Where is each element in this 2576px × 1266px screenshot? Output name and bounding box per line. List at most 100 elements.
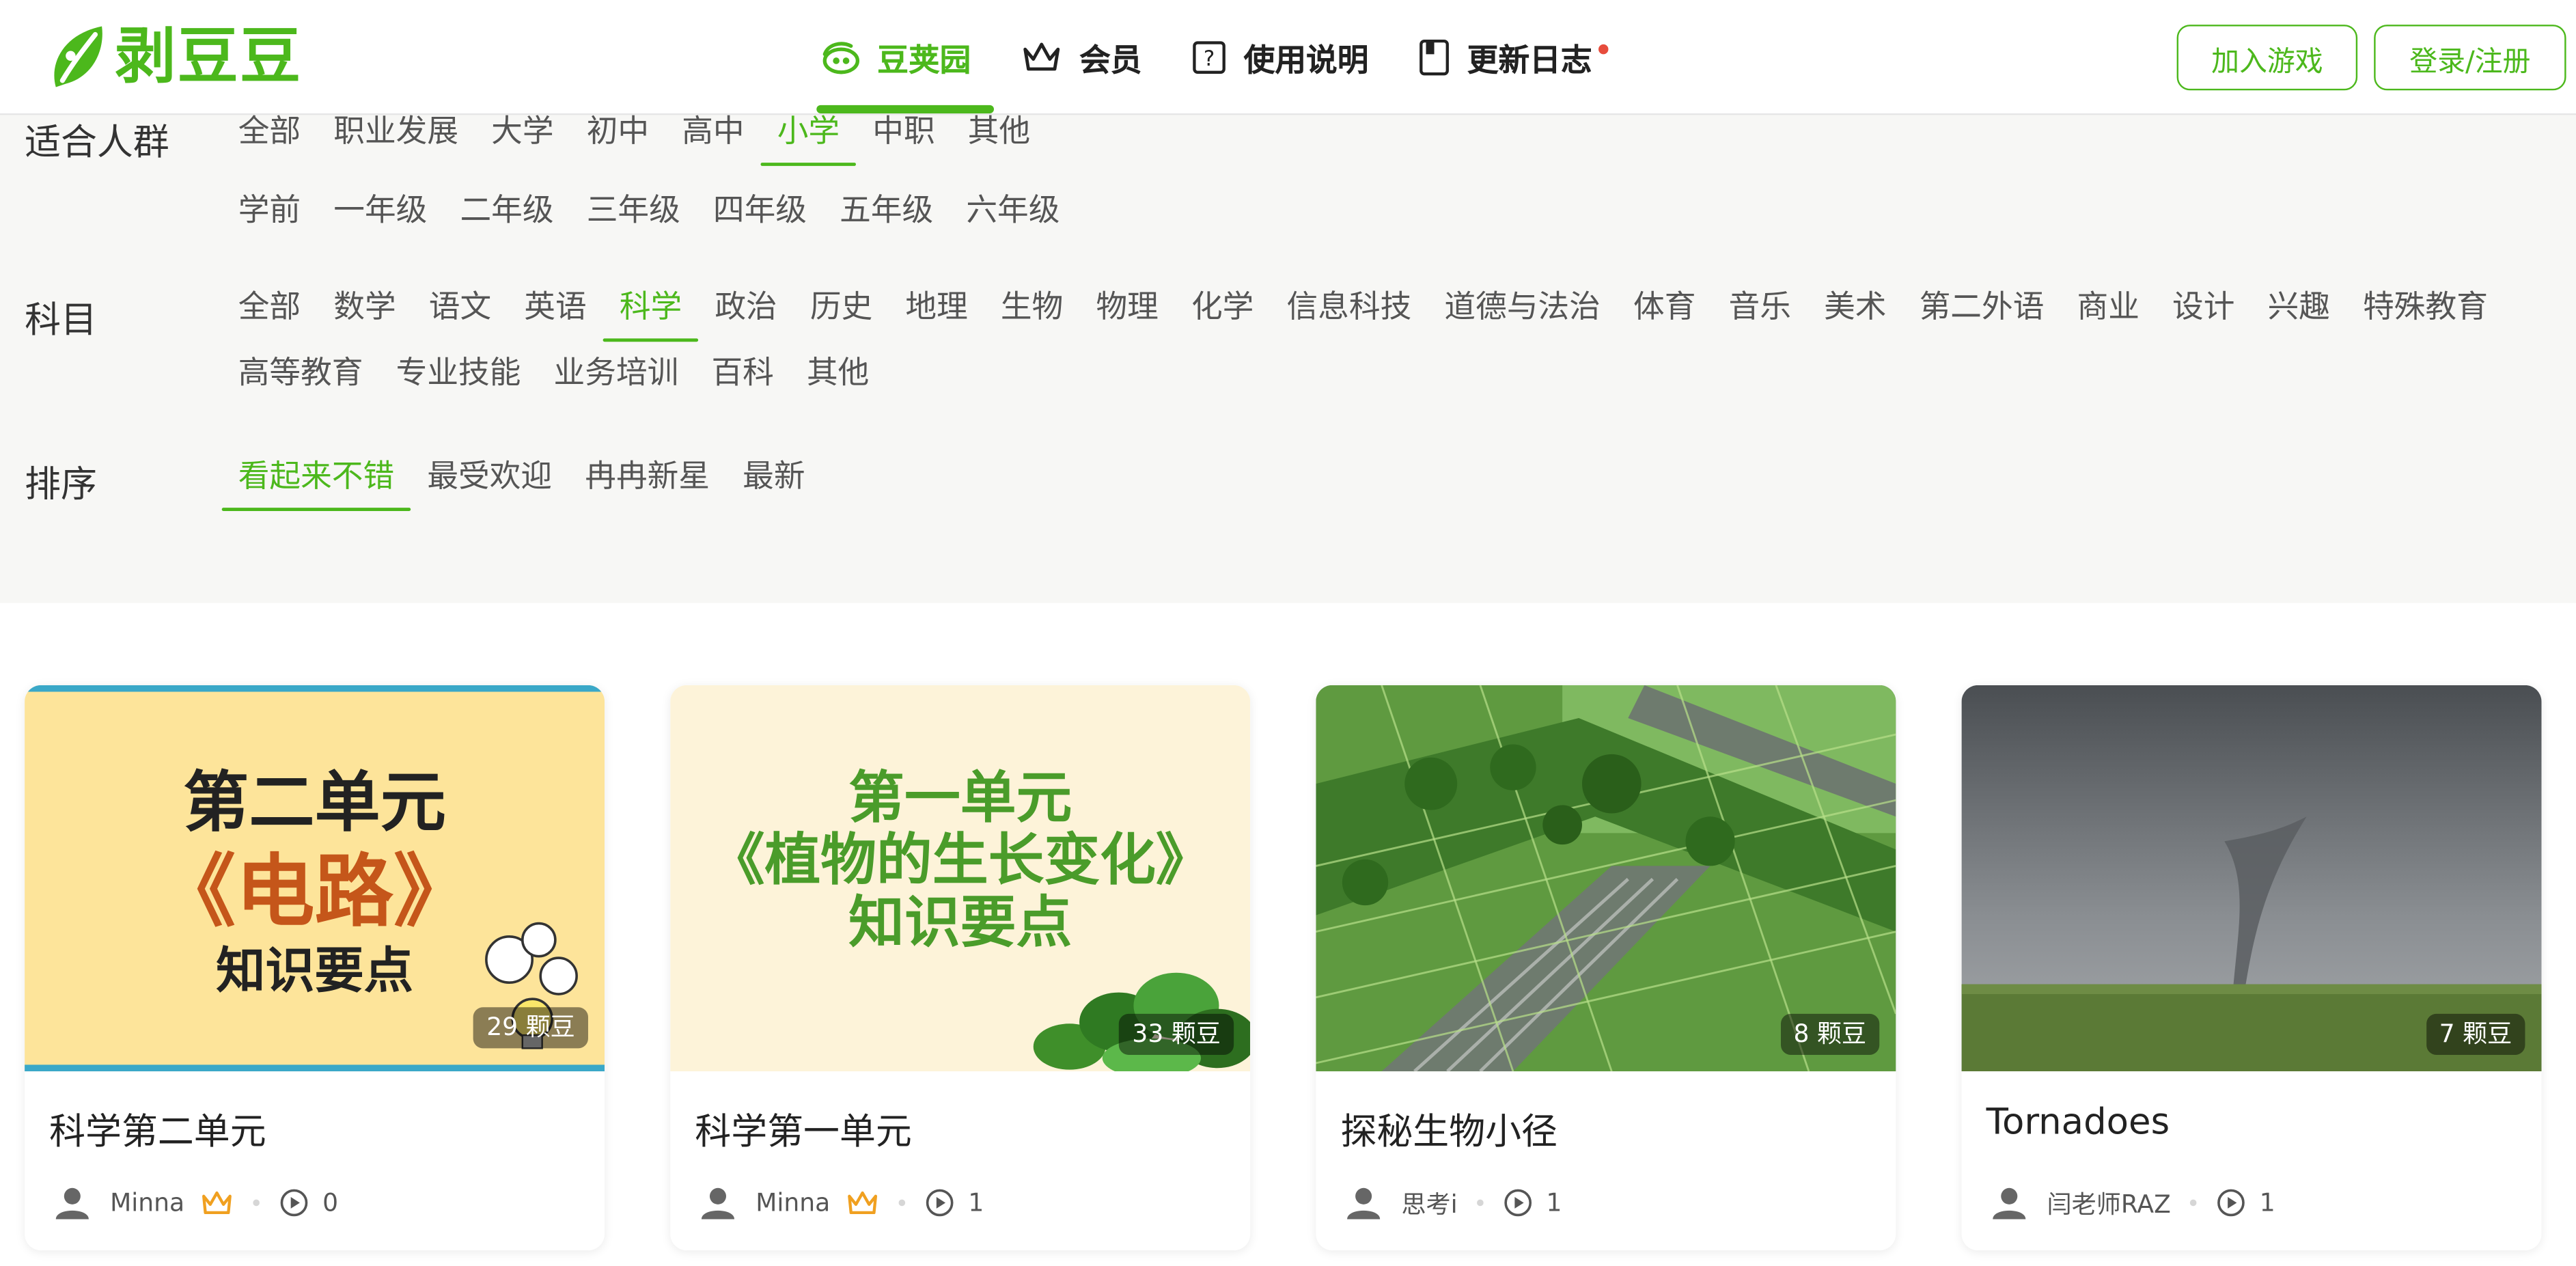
subject-option[interactable]: 科学 [603,275,699,342]
bean-count-badge: 29 颗豆 [473,1007,588,1049]
audience-grade-option[interactable]: 二年级 [443,178,570,243]
card-author: Minna [756,1187,831,1218]
nav-label: 使用说明 [1243,42,1369,79]
subject-option[interactable]: 语文 [413,275,508,340]
card-meta: 思考i 1 [1346,1181,1562,1224]
subject-option[interactable]: 第二外语 [1903,275,2061,340]
sort-option[interactable]: 最受欢迎 [411,443,568,509]
card-meta: 闫老师RAZ 1 [1991,1181,2275,1224]
play-count: 1 [1546,1187,1562,1218]
filter-label-subject: 科目 [25,301,97,342]
subject-option[interactable]: 商业 [2060,275,2156,340]
login-register-button[interactable]: 登录/注册 [2374,25,2566,91]
play-count: 1 [2259,1187,2275,1218]
logo-text: 剥豆豆 [115,21,303,92]
game-card[interactable]: 8 颗豆 探秘生物小径 思考i 1 [1316,685,1896,1251]
bean-count-badge: 33 颗豆 [1119,1013,1234,1055]
nav-label: 会员 [1079,42,1142,79]
help-icon: ? [1191,40,1228,76]
game-card[interactable]: 第一单元 《植物的生长变化》 知识要点 33 颗豆 科学第一单元 Minna 1 [670,685,1251,1251]
play-count: 0 [322,1187,339,1218]
meta-separator [1477,1199,1484,1207]
audience-grade-option[interactable]: 六年级 [950,178,1076,243]
thumbnail-line: 《植物的生长变化》 [708,828,1212,894]
card-title: 科学第一单元 [695,1112,912,1154]
nav-item-bean-garden[interactable]: 豆荚园 [816,0,995,115]
subject-option[interactable]: 美术 [1808,275,1903,340]
user-avatar-icon [701,1187,735,1220]
filter-label-audience: 适合人群 [25,123,169,165]
crown-icon [1021,40,1064,76]
logo[interactable]: 剥豆豆 [46,18,302,96]
nav-item-membership[interactable]: 会员 [1021,0,1142,115]
game-card[interactable]: 第二单元 《电路》 知识要点 29 颗豆 科学第二单元 Minna 0 [25,685,605,1251]
subject-option[interactable]: 百科 [695,340,790,406]
subject-option[interactable]: 音乐 [1713,275,1808,340]
nav-label: 更新日志 [1467,42,1592,79]
play-count: 1 [968,1187,984,1218]
user-avatar-icon [55,1187,89,1220]
sort-option[interactable]: 最新 [726,443,822,509]
card-thumbnail: 7 颗豆 [1961,685,2542,1072]
bean-count-badge: 8 颗豆 [1780,1013,1880,1055]
subject-option[interactable]: 政治 [698,275,794,340]
audience-grade-option[interactable]: 三年级 [570,178,697,243]
subject-option[interactable]: 高等教育 [222,340,380,406]
audience-grade-option[interactable]: 学前 [222,178,318,243]
card-author: 闫老师RAZ [2047,1188,2171,1219]
thumbnail-line: 第一单元 [848,765,1072,831]
play-count-icon [926,1189,954,1217]
subject-option[interactable]: 特殊教育 [2346,275,2504,340]
bean-pod-icon [818,38,861,77]
join-game-button[interactable]: 加入游戏 [2176,25,2358,91]
log-icon [1418,38,1451,77]
nav-label: 豆荚园 [877,42,971,79]
subject-option[interactable]: 专业技能 [380,340,538,406]
subject-option[interactable]: 数学 [317,275,413,340]
meta-separator [2190,1199,2198,1207]
vip-crown-icon [848,1191,878,1215]
game-card[interactable]: 7 颗豆 Tornadoes 闫老师RAZ 1 [1961,685,2542,1251]
filter-panel: 适合人群 全部 职业发展 大学 初中 高中 小学 中职 其他 学前 一年级 二年级 三年级 四年级 五年… [0,113,2576,603]
user-avatar-icon [1993,1187,2026,1220]
subject-option[interactable]: 道德与法治 [1428,275,1617,340]
main-nav: 豆荚园 会员 ? 使用说明 更新日志 [816,0,1642,115]
notification-dot [1598,44,1609,55]
nav-item-help[interactable]: ? 使用说明 [1191,0,1369,115]
subject-option[interactable]: 兴趣 [2252,275,2347,340]
card-meta: Minna 1 [700,1181,984,1224]
play-count-icon [1504,1189,1532,1217]
audience-grade-option[interactable]: 四年级 [697,178,823,243]
subject-option[interactable]: 设计 [2156,275,2252,340]
subject-option[interactable]: 历史 [794,275,889,340]
audience-grade-option[interactable]: 五年级 [823,178,950,243]
meta-separator [899,1199,906,1207]
play-count-icon [281,1189,309,1217]
nav-item-changelog[interactable]: 更新日志 [1418,0,1609,115]
card-thumbnail: 第一单元 《植物的生长变化》 知识要点 33 颗豆 [670,685,1251,1072]
top-header: 剥豆豆 豆荚园 会员 ? 使用说明 更新日志 加入游戏 登录/注册 [0,0,2576,115]
audience-grade-option[interactable]: 一年级 [317,178,443,243]
card-title: 探秘生物小径 [1340,1112,1557,1154]
thumbnail-line: 知识要点 [848,890,1072,957]
subject-option[interactable]: 地理 [889,275,984,340]
subject-option[interactable]: 业务培训 [538,340,695,406]
svg-text:?: ? [1204,46,1215,71]
bean-count-badge: 7 颗豆 [2426,1013,2525,1055]
audience-grade-options: 学前 一年级 二年级 三年级 四年级 五年级 六年级 [222,178,2555,243]
subject-option[interactable]: 物理 [1079,275,1175,340]
sort-option[interactable]: 冉冉新星 [568,443,726,509]
thumbnail-text: 第一单元 《植物的生长变化》 知识要点 [670,767,1250,954]
subject-option[interactable]: 信息科技 [1270,275,1428,340]
filter-label-sort: 排序 [25,465,97,506]
sort-options: 看起来不错 最受欢迎 冉冉新星 最新 [221,443,2555,511]
subject-option[interactable]: 化学 [1175,275,1271,340]
card-thumbnail: 8 颗豆 [1316,685,1896,1072]
subject-option[interactable]: 全部 [222,275,318,340]
subject-option[interactable]: 体育 [1617,275,1713,340]
subject-option[interactable]: 其他 [790,340,886,406]
subject-option[interactable]: 英语 [508,275,603,340]
sort-option[interactable]: 看起来不错 [221,443,411,511]
user-avatar-icon [1347,1187,1381,1220]
subject-option[interactable]: 生物 [984,275,1080,340]
